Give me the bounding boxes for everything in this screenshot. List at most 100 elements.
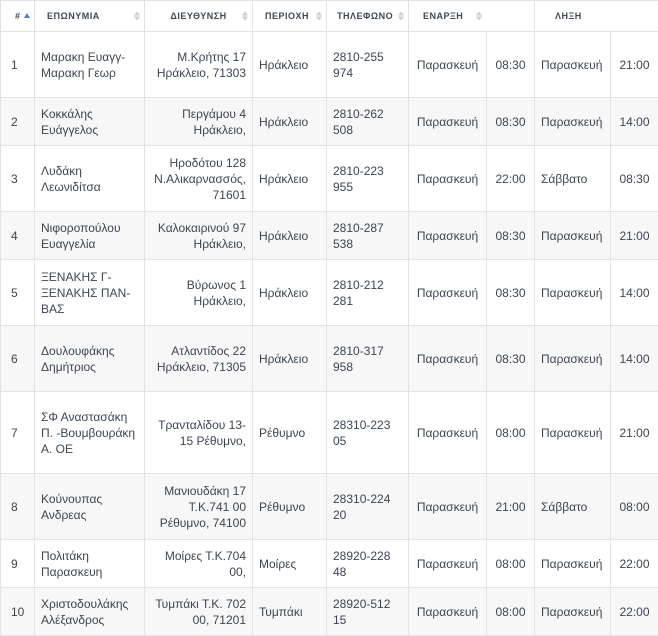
cell-end-time: 14:00 bbox=[611, 260, 658, 326]
cell-address: Μανιουδάκη 17 Τ.Κ.741 00 Ρέθυμνο, 74100 bbox=[145, 474, 253, 540]
sort-icon bbox=[134, 12, 140, 21]
cell-name: ΣΦ Αναστασάκη Π. -Βουμβουράκη Α. ΟΕ bbox=[35, 392, 145, 474]
cell-end-time: 21:00 bbox=[611, 392, 658, 474]
cell-name: Πολιτάκη Παρασκευη bbox=[35, 540, 145, 588]
cell-area: Ηράκλειο bbox=[253, 32, 327, 98]
cell-start-time: 08:30 bbox=[487, 32, 535, 98]
cell-start-day: Παρασκευή bbox=[409, 146, 487, 212]
cell-address: Καλοκαιρινού 97 Ηράκλειο, bbox=[145, 212, 253, 260]
cell-phone: 2810-317 958 bbox=[327, 326, 409, 392]
column-header-area[interactable]: ΠΕΡΙΟΧΗ bbox=[253, 1, 327, 32]
cell-end-day: Σάββατο bbox=[535, 474, 611, 540]
cell-num: 1 bbox=[1, 32, 35, 98]
table-row[interactable]: 3 Λυδάκη Λεωνιδίτσα Ηροδότου 128 Ν.Αλικα… bbox=[1, 146, 658, 212]
column-header-start[interactable]: ΕΝΑΡΞΗ bbox=[409, 1, 535, 32]
cell-end-time: 22:00 bbox=[611, 588, 658, 636]
table-row[interactable]: 1 Μαρακη Ευαγγ-Μαρακη Γεωρ Μ.Κρήτης 17 Η… bbox=[1, 32, 658, 98]
cell-name: Κοκκάλης Ευάγγελος bbox=[35, 98, 145, 146]
sort-icon bbox=[242, 12, 248, 21]
cell-start-day: Παρασκευή bbox=[409, 474, 487, 540]
column-header-name[interactable]: ΕΠΩΝΥΜΙΑ bbox=[35, 1, 145, 32]
cell-phone: 2810-223 955 bbox=[327, 146, 409, 212]
sort-icon bbox=[316, 12, 322, 21]
cell-end-day: Παρασκευή bbox=[535, 588, 611, 636]
cell-start-time: 08:30 bbox=[487, 260, 535, 326]
cell-phone: 2810-212 281 bbox=[327, 260, 409, 326]
table-row[interactable]: 9 Πολιτάκη Παρασκευη Μοίρες Τ.Κ.704 00, … bbox=[1, 540, 658, 588]
column-header-address-label: ΔΙΕΥΘΥΝΣΗ bbox=[170, 11, 226, 21]
table-row[interactable]: 4 Νιφοροπούλου Ευαγγελία Καλοκαιρινού 97… bbox=[1, 212, 658, 260]
cell-phone: 28920-512 15 bbox=[327, 588, 409, 636]
cell-start-day: Παρασκευή bbox=[409, 32, 487, 98]
cell-name: Χριστοδουλάκης Αλέξανδρος bbox=[35, 588, 145, 636]
cell-start-day: Παρασκευή bbox=[409, 392, 487, 474]
table-row[interactable]: 10 Χριστοδουλάκης Αλέξανδρος Τυμπάκι Τ.Κ… bbox=[1, 588, 658, 636]
cell-end-day: Σάββατο bbox=[535, 146, 611, 212]
cell-num: 6 bbox=[1, 326, 35, 392]
table-row[interactable]: 6 Δουλουφάκης Δημήτριος Ατλαντίδος 22 Ηρ… bbox=[1, 326, 658, 392]
cell-start-time: 08:00 bbox=[487, 540, 535, 588]
cell-end-day: Παρασκευή bbox=[535, 540, 611, 588]
cell-address: Μοίρες Τ.Κ.704 00, bbox=[145, 540, 253, 588]
cell-area: Ρέθυμνο bbox=[253, 474, 327, 540]
cell-start-time: 08:30 bbox=[487, 212, 535, 260]
table-row[interactable]: 5 ΞΕΝΑΚΗΣ Γ-ΞΕΝΑΚΗΣ ΠΑΝ-ΒΑΣ Βύρωνος 1 Ηρ… bbox=[1, 260, 658, 326]
cell-end-day: Παρασκευή bbox=[535, 32, 611, 98]
cell-end-day: Παρασκευή bbox=[535, 260, 611, 326]
column-header-name-label: ΕΠΩΝΥΜΙΑ bbox=[47, 11, 100, 21]
cell-phone: 2810-255 974 bbox=[327, 32, 409, 98]
cell-area: Ηράκλειο bbox=[253, 260, 327, 326]
cell-num: 5 bbox=[1, 260, 35, 326]
cell-name: ΞΕΝΑΚΗΣ Γ-ΞΕΝΑΚΗΣ ΠΑΝ-ΒΑΣ bbox=[35, 260, 145, 326]
cell-name: Νιφοροπούλου Ευαγγελία bbox=[35, 212, 145, 260]
cell-end-day: Παρασκευή bbox=[535, 212, 611, 260]
table-header-row: # ΕΠΩΝΥΜΙΑ ΔΙΕΥΘΥΝΣΗ ΠΕΡΙΟΧΗ ΤΗΛΕΦΩΝΟ ΕΝ… bbox=[1, 1, 658, 32]
cell-num: 7 bbox=[1, 392, 35, 474]
cell-name: Κούνουπας Ανδρεας bbox=[35, 474, 145, 540]
cell-start-time: 08:30 bbox=[487, 98, 535, 146]
cell-address: Ηροδότου 128 Ν.Αλικαρνασσός, 71601 bbox=[145, 146, 253, 212]
cell-address: Ατλαντίδος 22 Ηράκλειο, 71305 bbox=[145, 326, 253, 392]
pharmacies-table: # ΕΠΩΝΥΜΙΑ ΔΙΕΥΘΥΝΣΗ ΠΕΡΙΟΧΗ ΤΗΛΕΦΩΝΟ ΕΝ… bbox=[0, 0, 658, 636]
cell-area: Ηράκλειο bbox=[253, 98, 327, 146]
cell-address: Τρανταλίδου 13-15 Ρέθυμνο, bbox=[145, 392, 253, 474]
cell-num: 2 bbox=[1, 98, 35, 146]
cell-start-day: Παρασκευή bbox=[409, 98, 487, 146]
cell-end-time: 14:00 bbox=[611, 326, 658, 392]
cell-start-time: 21:00 bbox=[487, 474, 535, 540]
cell-area: Ηράκλειο bbox=[253, 326, 327, 392]
column-header-phone[interactable]: ΤΗΛΕΦΩΝΟ bbox=[327, 1, 409, 32]
cell-start-time: 08:00 bbox=[487, 588, 535, 636]
cell-area: Ρέθυμνο bbox=[253, 392, 327, 474]
cell-num: 9 bbox=[1, 540, 35, 588]
cell-phone: 2810-262 508 bbox=[327, 98, 409, 146]
cell-address: Μ.Κρήτης 17 Ηράκλειο, 71303 bbox=[145, 32, 253, 98]
cell-start-time: 22:00 bbox=[487, 146, 535, 212]
cell-num: 8 bbox=[1, 474, 35, 540]
cell-address: Τυμπάκι Τ.Κ. 702 00, 71201 bbox=[145, 588, 253, 636]
cell-phone: 2810-287 538 bbox=[327, 212, 409, 260]
cell-end-time: 22:00 bbox=[611, 540, 658, 588]
sort-ascending-icon bbox=[24, 13, 30, 18]
cell-start-day: Παρασκευή bbox=[409, 588, 487, 636]
cell-phone: 28920-228 48 bbox=[327, 540, 409, 588]
cell-area: Τυμπάκι bbox=[253, 588, 327, 636]
table-row[interactable]: 2 Κοκκάλης Ευάγγελος Περγάμου 4 Ηράκλειο… bbox=[1, 98, 658, 146]
cell-name: Δουλουφάκης Δημήτριος bbox=[35, 326, 145, 392]
sort-icon bbox=[398, 12, 404, 21]
cell-start-day: Παρασκευή bbox=[409, 326, 487, 392]
column-header-num[interactable]: # bbox=[1, 1, 35, 32]
cell-start-time: 08:30 bbox=[487, 326, 535, 392]
column-header-address[interactable]: ΔΙΕΥΘΥΝΣΗ bbox=[145, 1, 253, 32]
table-row[interactable]: 7 ΣΦ Αναστασάκη Π. -Βουμβουράκη Α. ΟΕ Τρ… bbox=[1, 392, 658, 474]
table-row[interactable]: 8 Κούνουπας Ανδρεας Μανιουδάκη 17 Τ.Κ.74… bbox=[1, 474, 658, 540]
cell-area: Μοίρες bbox=[253, 540, 327, 588]
cell-name: Μαρακη Ευαγγ-Μαρακη Γεωρ bbox=[35, 32, 145, 98]
column-header-phone-label: ΤΗΛΕΦΩΝΟ bbox=[337, 11, 393, 21]
cell-start-time: 08:00 bbox=[487, 392, 535, 474]
column-header-end[interactable]: ΛΗΞΗ bbox=[535, 1, 658, 32]
cell-end-time: 21:00 bbox=[611, 212, 658, 260]
sort-icon bbox=[476, 12, 482, 21]
cell-num: 3 bbox=[1, 146, 35, 212]
column-header-area-label: ΠΕΡΙΟΧΗ bbox=[265, 11, 309, 21]
